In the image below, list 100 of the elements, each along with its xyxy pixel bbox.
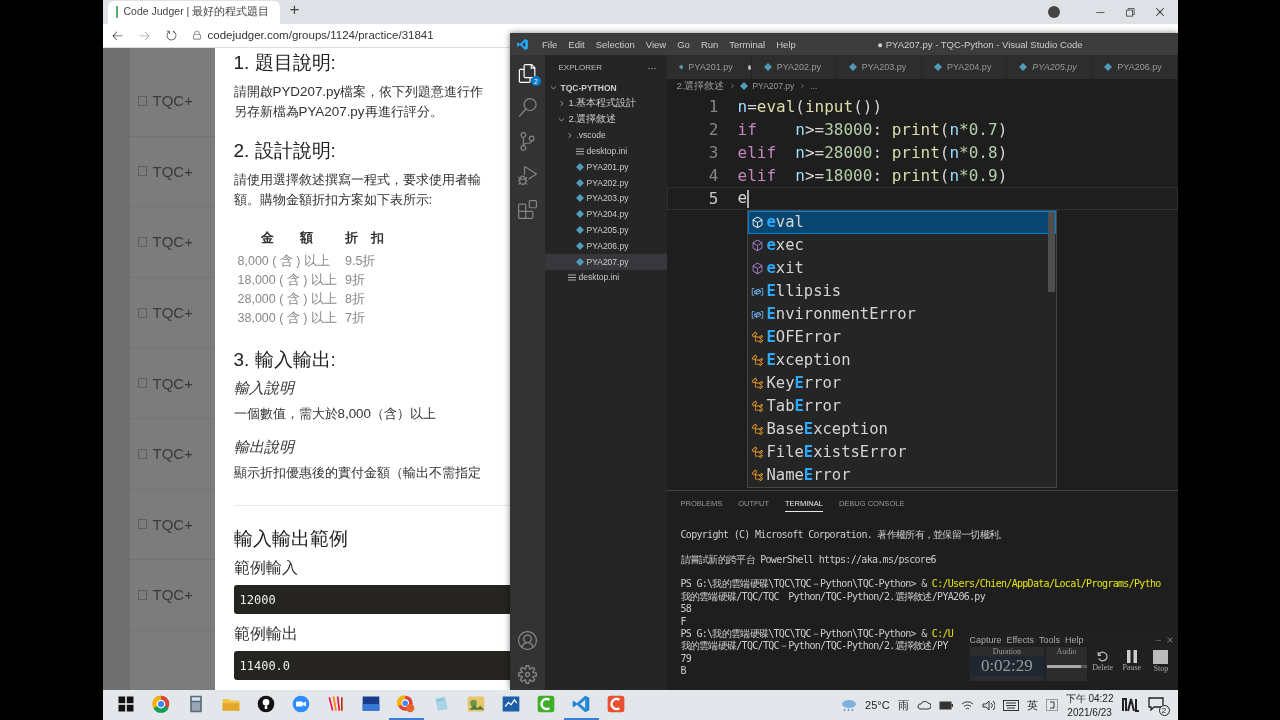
tree-item[interactable]: TQC-PYTHON (544, 80, 667, 96)
python-file-icon (1019, 63, 1028, 72)
list-item-label: TQC+ (152, 445, 193, 463)
breadcrumb-item[interactable]: 2.選擇敘述 (676, 79, 725, 93)
bookmark-icon (137, 448, 147, 459)
suggestion-item[interactable]: FileExistsError (747, 440, 1056, 464)
browser-tab[interactable]: Code Judger | 最好的程式題目 (107, 0, 280, 24)
tree-item[interactable]: desktop.ini (544, 143, 667, 159)
branch-icon[interactable] (517, 131, 537, 151)
scrollbar-thumb[interactable] (1047, 211, 1055, 292)
clock[interactable]: 下午 04:22 2021/6/23 (1065, 692, 1114, 718)
clock-date: 2021/6/23 (1067, 707, 1112, 718)
tree-item[interactable]: PYA207.py (544, 253, 667, 270)
tree-item[interactable]: PYA205.py (544, 222, 667, 238)
delete-button[interactable]: Delete (1089, 647, 1117, 681)
menu-item[interactable]: Go (671, 38, 696, 50)
menu-item[interactable]: Terminal (723, 38, 771, 50)
line-number: 1 (707, 96, 719, 116)
suggestion-item[interactable]: exec (747, 233, 1056, 257)
restore-icon[interactable] (1123, 5, 1136, 18)
table-cell-text: 8折 (344, 291, 366, 308)
editor-tab[interactable]: PYA206.py (1092, 55, 1178, 80)
menu-item[interactable]: File (536, 38, 563, 50)
menu-item[interactable]: Run (695, 38, 724, 50)
lines-file-icon (575, 147, 584, 155)
tree-item[interactable]: PYA203.py (544, 190, 667, 207)
reload-icon[interactable] (164, 28, 178, 42)
subheading: 輸入說明 (233, 379, 297, 398)
editor-tab[interactable]: PYA201.py (666, 55, 752, 80)
more-button[interactable]: ··· (647, 62, 657, 73)
breadcrumb-item[interactable]: ... (810, 81, 818, 92)
play-bug-icon[interactable] (517, 165, 537, 185)
bookmark-icon (137, 589, 147, 600)
m-logo-icon[interactable] (1121, 698, 1140, 712)
suggestion-item[interactable]: EnvironmentError (747, 302, 1056, 326)
tree-item[interactable]: 1.基本程式設計 (544, 95, 667, 112)
list-item-label: TQC+ (152, 304, 193, 322)
editor-tab[interactable]: PYA204.py (922, 55, 1008, 80)
input-method-icon[interactable] (1045, 699, 1058, 711)
stop-button[interactable]: Stop (1147, 647, 1175, 681)
close-icon[interactable] (1153, 5, 1166, 18)
browser-icon (396, 694, 416, 714)
vscode-icon (571, 694, 591, 714)
tree-item[interactable]: PYA202.py (544, 174, 667, 191)
python-file-icon (1104, 63, 1113, 72)
list-item-label: TQC+ (152, 515, 193, 533)
menu-item[interactable]: Help (770, 38, 802, 50)
menu-item[interactable]: Help (1064, 634, 1084, 645)
menu-item[interactable]: Tools (1038, 634, 1060, 645)
suggestion-item[interactable]: exit (747, 256, 1056, 280)
tree-item[interactable]: 2.選擇敘述 (544, 111, 667, 128)
duration-value: 0:02:29 (969, 656, 1045, 676)
chart-window-icon (501, 694, 521, 714)
tree-item[interactable]: PYA206.py (544, 237, 667, 254)
terminal-line: 我的雲端硬碟/TQC/TQC Python/TQC-Python/2.選擇敘述/PYA206.py (680, 590, 985, 604)
table-header: 折 扣 (344, 230, 384, 247)
settings-icon[interactable] (517, 664, 537, 684)
menu-item[interactable]: View (640, 38, 672, 50)
window-title: ● PYA207.py - TQC-Python - Visual Studio Code (877, 38, 1083, 50)
example-label: 範例輸入 (233, 558, 299, 578)
blocks-icon[interactable] (517, 199, 537, 219)
suggestion-item[interactable]: BaseException (747, 417, 1056, 441)
cloud-icon (916, 700, 931, 710)
tree-item[interactable]: PYA204.py (544, 206, 667, 223)
photo-icon (466, 694, 486, 714)
pause-button[interactable]: Pause (1118, 647, 1146, 681)
menu-item[interactable]: Effects (1006, 634, 1034, 645)
tree-item[interactable]: .vscode (544, 127, 667, 144)
address-field[interactable]: codejudger.com/groups/1124/practice/31841 (207, 29, 434, 42)
search-icon[interactable] (517, 97, 537, 117)
breadcrumb-item[interactable]: PYA207.py (752, 81, 795, 92)
class-icon (750, 353, 764, 367)
account-icon[interactable] (517, 630, 537, 650)
close-icon[interactable] (1165, 635, 1174, 644)
suggestion-item[interactable]: TabError (747, 394, 1056, 418)
suggestion-item[interactable]: Exception (747, 348, 1056, 372)
lines-file-icon (567, 273, 576, 281)
class-icon (750, 445, 764, 459)
suggestion-item[interactable]: EOFError (747, 325, 1056, 349)
editor-tab[interactable]: PYA203.py (836, 55, 922, 80)
terminal-line: PS G:\我的雲端硬碟\TQC\TQC－Python\TQC-Python> & C:/Users/Chien/AppData/Local/Programs/Pytho (680, 578, 1161, 591)
suggestion-item[interactable]: KeyError (747, 371, 1056, 395)
suggestion-item[interactable]: NameE rror (747, 463, 1056, 487)
profile-icon[interactable] (1047, 5, 1060, 18)
keyboard-icon[interactable] (1002, 699, 1019, 711)
menu-item[interactable]: Edit (562, 38, 591, 50)
new-tab-button[interactable]: + (289, 0, 300, 21)
suggestion-item[interactable]: Ellipsis (747, 279, 1056, 303)
stop-icon (1153, 650, 1169, 664)
suggestion-item[interactable]: eval (747, 210, 1056, 234)
code-block: 12000 (233, 585, 510, 614)
menu-item[interactable]: Capture (969, 634, 1002, 645)
menu-item[interactable]: Selection (590, 38, 641, 50)
input-language[interactable]: 英 (1026, 697, 1038, 713)
table-cell-text: 7折 (344, 310, 366, 327)
editor-tab[interactable]: PYA205.py (1007, 55, 1093, 80)
terminal-line: PS G:\我的雲端硬碟\TQC\TQC－Python\TQC-Python> & C:/U (680, 627, 954, 640)
editor-tab[interactable]: PYA202.py (751, 55, 837, 80)
tree-item[interactable]: desktop.ini (544, 269, 667, 286)
tree-item[interactable]: PYA201.py (544, 159, 667, 175)
